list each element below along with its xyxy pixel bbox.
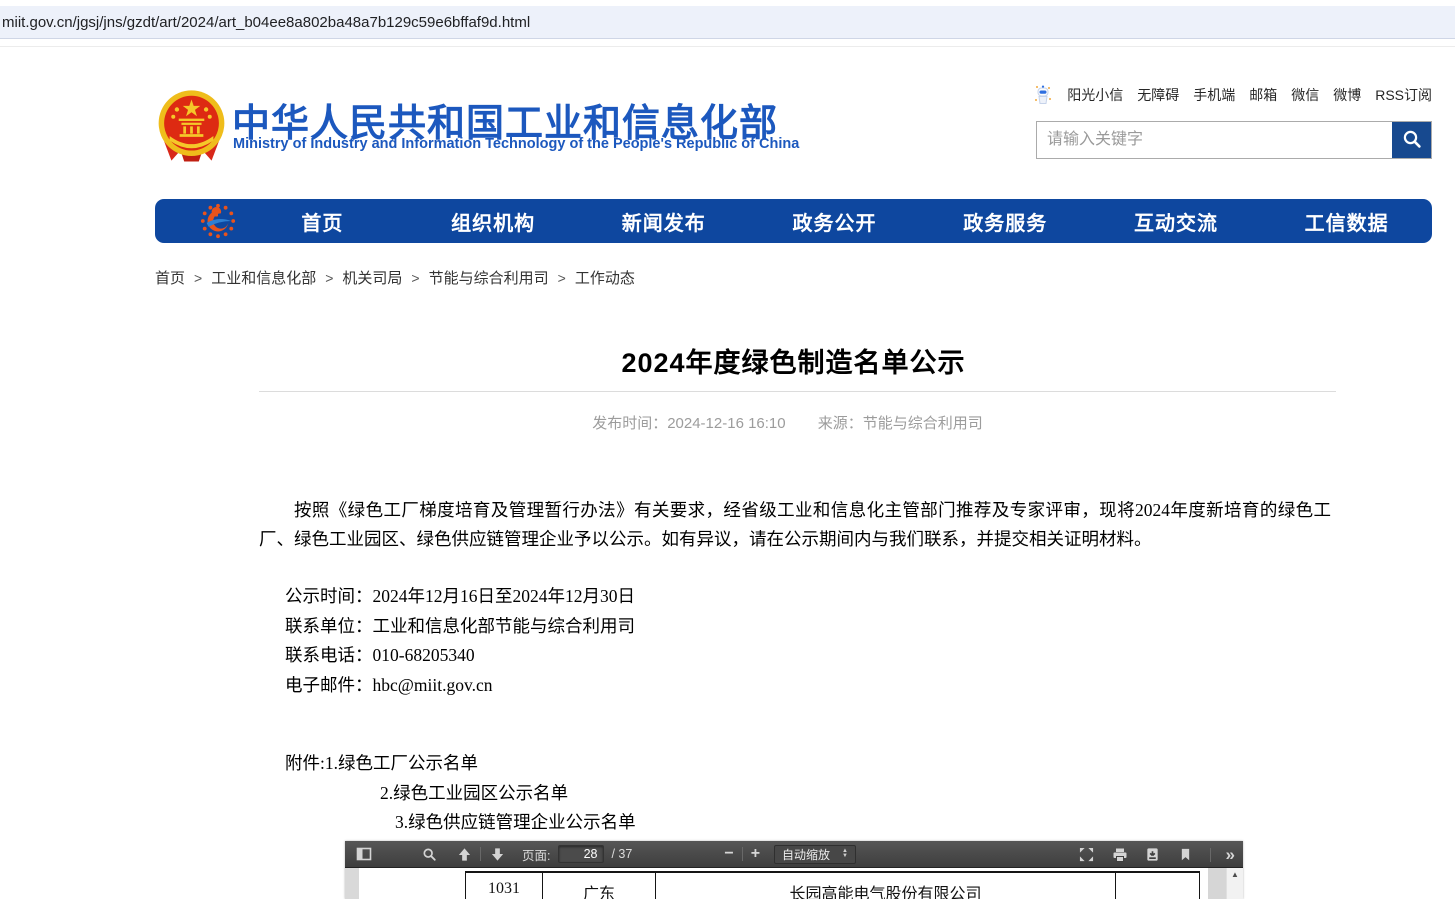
pdf-page-right-edge: [1208, 868, 1226, 899]
quick-link-rss[interactable]: RSS订阅: [1375, 85, 1432, 105]
contact-email: 电子邮件：hbc@miit.gov.cn: [285, 671, 635, 701]
print-icon[interactable]: [1111, 846, 1129, 864]
search-button[interactable]: [1392, 122, 1431, 158]
search-input[interactable]: [1037, 122, 1392, 158]
page-url: miit.gov.cn/jgsj/jns/gzdt/art/2024/art_b…: [0, 14, 530, 31]
page-down-icon[interactable]: [488, 845, 506, 863]
zoom-out-icon[interactable]: −: [724, 846, 733, 862]
attachment-1: 附件:1.绿色工厂公示名单: [285, 749, 636, 779]
article-paragraph: 按照《绿色工厂梯度培育及管理暂行办法》有关要求，经省级工业和信息化主管部门推荐及…: [259, 496, 1331, 554]
nav-item-gov-service[interactable]: 政务服务: [920, 207, 1091, 236]
title-divider: [259, 391, 1336, 392]
crumb-miit[interactable]: 工业和信息化部: [211, 270, 316, 287]
row-company: 长园高能电气股份有限公司: [655, 873, 1115, 899]
sidebar-toggle-icon[interactable]: [355, 845, 373, 863]
nav-item-data[interactable]: 工信数据: [1261, 207, 1432, 236]
row-empty-cell: [1115, 873, 1200, 899]
quick-link-wechat[interactable]: 微信: [1291, 85, 1319, 105]
quick-link-mail[interactable]: 邮箱: [1249, 85, 1277, 105]
crumb-work-updates[interactable]: 工作动态: [575, 270, 635, 287]
attachment-list: 附件:1.绿色工厂公示名单 2.绿色工业园区公示名单 3.绿色供应链管理企业公示…: [285, 749, 636, 838]
publish-time: 发布时间：2024-12-16 16:10: [592, 415, 785, 432]
spinner-arrows-icon: ▲▼: [842, 849, 848, 859]
site-subtitle: Ministry of Industry and Information Tec…: [233, 136, 799, 152]
attachment-3: 3.绿色供应链管理企业公示名单: [285, 808, 636, 838]
quick-link-mobile[interactable]: 手机端: [1193, 85, 1235, 105]
find-icon[interactable]: [420, 845, 438, 863]
nav-item-news[interactable]: 新闻发布: [578, 207, 749, 236]
nav-item-home[interactable]: 首页: [237, 207, 408, 236]
row-province: 广东: [542, 873, 655, 899]
miit-logo-icon: [199, 202, 237, 240]
attachment-2: 2.绿色工业园区公示名单: [285, 779, 636, 809]
site-search: [1036, 121, 1432, 159]
nav-items: 首页 组织机构 新闻发布 政务公开 政务服务 互动交流 工信数据: [237, 199, 1432, 243]
pdf-content: 1031 广东 长园高能电气股份有限公司 ▲: [345, 868, 1243, 899]
download-icon[interactable]: [1144, 846, 1162, 864]
crumb-departments[interactable]: 机关司局: [342, 270, 402, 287]
crumb-separator: >: [558, 270, 566, 286]
pdf-toolbar: 页面: / 37 − + 自动缩放 ▲▼: [345, 841, 1243, 868]
more-tools-icon[interactable]: »: [1226, 846, 1235, 863]
pdf-toolbar-right: »: [1078, 841, 1235, 868]
article-title: 2024年度绿色制造名单公示: [155, 341, 1432, 380]
row-seq: 1031: [465, 873, 542, 899]
page-total: / 37: [611, 847, 632, 861]
page-up-icon[interactable]: [455, 845, 473, 863]
chrome-divider: [0, 46, 1455, 47]
contact-phone: 联系电话：010-68205340: [285, 641, 635, 671]
main-nav: 首页 组织机构 新闻发布 政务公开 政务服务 互动交流 工信数据: [155, 199, 1432, 243]
article-source: 来源：节能与综合利用司: [818, 415, 983, 432]
breadcrumb: 首页 > 工业和信息化部 > 机关司局 > 节能与综合利用司 > 工作动态: [155, 267, 635, 288]
quick-link-sunshine[interactable]: 阳光小信: [1067, 85, 1123, 105]
nav-item-interaction[interactable]: 互动交流: [1091, 207, 1262, 236]
header-quick-links: 阳光小信 无障碍 手机端 邮箱 微信 微博 RSS订阅: [1033, 84, 1432, 106]
crumb-energy-dept[interactable]: 节能与综合利用司: [429, 270, 549, 287]
magnifier-icon: [1401, 128, 1423, 153]
nav-item-organization[interactable]: 组织机构: [408, 207, 579, 236]
page-number-input[interactable]: [558, 845, 604, 863]
crumb-separator: >: [194, 270, 202, 286]
quick-link-accessibility[interactable]: 无障碍: [1137, 85, 1179, 105]
pdf-scrollbar[interactable]: ▲: [1226, 868, 1243, 899]
browser-url-bar[interactable]: miit.gov.cn/jgsj/jns/gzdt/art/2024/art_b…: [0, 6, 1455, 39]
contact-unit: 联系单位：工业和信息化部节能与综合利用司: [285, 612, 635, 642]
presentation-mode-icon[interactable]: [1078, 846, 1096, 864]
page: miit.gov.cn/jgsj/jns/gzdt/art/2024/art_b…: [0, 0, 1455, 899]
pdf-table-row: 1031 广东 长园高能电气股份有限公司: [465, 871, 1200, 899]
zoom-in-icon[interactable]: +: [751, 846, 760, 862]
publicity-period: 公示时间：2024年12月16日至2024年12月30日: [285, 582, 635, 612]
quick-link-weibo[interactable]: 微博: [1333, 85, 1361, 105]
sunshine-robot-icon: [1033, 84, 1053, 106]
crumb-separator: >: [411, 270, 419, 286]
article-meta: 发布时间：2024-12-16 16:10 来源：节能与综合利用司: [155, 412, 1420, 433]
zoom-mode-value: 自动缩放: [782, 846, 830, 863]
crumb-separator: >: [325, 270, 333, 286]
page-label: 页面:: [522, 845, 550, 864]
toolbar-divider: [480, 847, 481, 861]
crumb-home[interactable]: 首页: [155, 270, 185, 287]
article-contact-info: 公示时间：2024年12月16日至2024年12月30日 联系单位：工业和信息化…: [285, 582, 635, 701]
bookmark-icon[interactable]: [1177, 846, 1195, 864]
toolbar-divider: [1210, 848, 1211, 862]
scroll-up-icon[interactable]: ▲: [1227, 868, 1243, 882]
zoom-mode-select[interactable]: 自动缩放 ▲▼: [774, 845, 856, 864]
pdf-page-left-edge: [345, 868, 359, 899]
toolbar-divider: [742, 847, 743, 861]
national-emblem-icon: [155, 88, 228, 162]
nav-item-gov-open[interactable]: 政务公开: [749, 207, 920, 236]
pdf-viewer: 页面: / 37 − + 自动缩放 ▲▼: [345, 841, 1243, 899]
